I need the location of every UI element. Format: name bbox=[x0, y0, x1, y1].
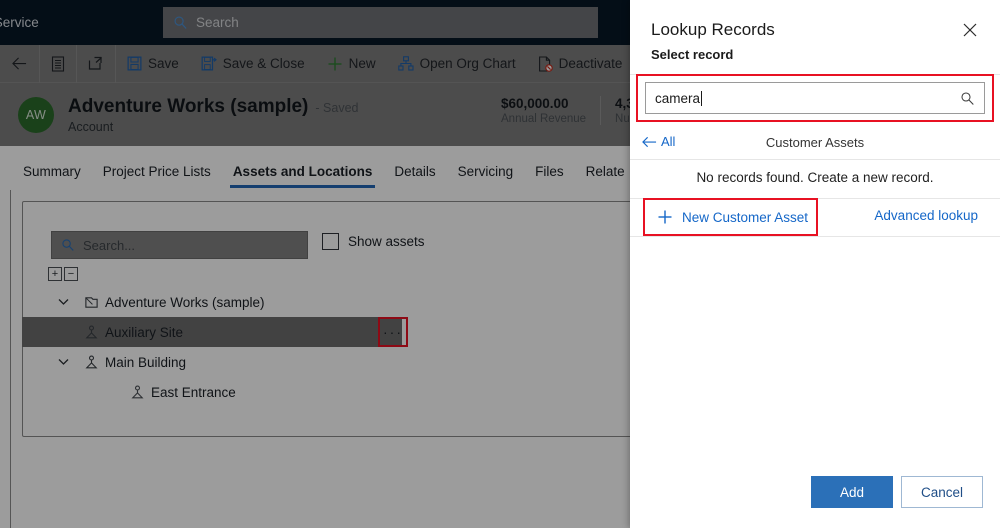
save-and-close-button[interactable]: Save & Close bbox=[190, 45, 316, 83]
tree-item-label: Main Building bbox=[105, 354, 187, 370]
location-icon bbox=[80, 324, 102, 340]
lookup-actions-row: New Customer Asset Advanced lookup bbox=[630, 198, 1000, 236]
open-org-chart-label: Open Org Chart bbox=[419, 56, 516, 71]
advanced-lookup-link[interactable]: Advanced lookup bbox=[874, 208, 978, 223]
plus-icon bbox=[657, 209, 673, 225]
chevron-down-icon[interactable] bbox=[58, 358, 80, 366]
save-button[interactable]: Save bbox=[116, 45, 190, 83]
expand-all-button[interactable]: + bbox=[48, 267, 62, 281]
save-and-close-label: Save & Close bbox=[222, 56, 305, 71]
search-icon bbox=[61, 238, 75, 252]
tab-servicing[interactable]: Servicing bbox=[447, 164, 525, 188]
tree-item-more-commands-button[interactable]: ··· bbox=[378, 317, 408, 347]
save-label: Save bbox=[148, 56, 179, 71]
lookup-panel-title: Lookup Records bbox=[651, 20, 775, 39]
save-status: - Saved bbox=[315, 100, 359, 115]
chevron-down-icon[interactable] bbox=[58, 298, 80, 306]
lookup-breadcrumb-row: All Customer Assets bbox=[630, 130, 1000, 158]
app-title: eld Service bbox=[0, 15, 39, 30]
global-search-placeholder: Search bbox=[196, 15, 239, 30]
search-icon bbox=[173, 15, 188, 30]
lookup-search-annotation: camera bbox=[636, 74, 994, 122]
deactivate-icon bbox=[538, 55, 553, 72]
cancel-button[interactable]: Cancel bbox=[901, 476, 983, 508]
asset-tree-search-placeholder: Search... bbox=[83, 237, 136, 253]
show-assets-toggle[interactable]: Show assets bbox=[322, 233, 425, 250]
divider bbox=[10, 190, 11, 528]
avatar: AW bbox=[18, 96, 54, 133]
new-button[interactable]: New bbox=[316, 45, 387, 83]
lookup-panel-subtitle: Select record bbox=[651, 47, 734, 62]
new-customer-asset-button[interactable]: New Customer Asset bbox=[643, 198, 818, 236]
tab-summary[interactable]: Summary bbox=[12, 164, 92, 188]
global-search-input[interactable]: Search bbox=[163, 7, 598, 38]
close-icon[interactable] bbox=[956, 16, 984, 44]
tab-related[interactable]: Relate bbox=[575, 164, 636, 188]
tab-project-price-lists[interactable]: Project Price Lists bbox=[92, 164, 222, 188]
asset-tree-search-input[interactable]: Search... bbox=[51, 231, 308, 259]
form-selector-button[interactable] bbox=[40, 45, 76, 83]
tree-item-label: Auxiliary Site bbox=[105, 324, 184, 340]
back-button[interactable] bbox=[0, 45, 39, 83]
save-and-close-icon bbox=[201, 56, 217, 71]
asset-location-tree: Adventure Works (sample) Auxiliary Site … bbox=[22, 287, 408, 407]
divider bbox=[630, 236, 1000, 237]
new-label: New bbox=[348, 56, 376, 71]
open-org-chart-button[interactable]: Open Org Chart bbox=[387, 45, 527, 83]
lookup-records-panel: Lookup Records Select record camera All bbox=[630, 0, 1000, 528]
record-title-block: Adventure Works (sample) - Saved Account bbox=[68, 96, 358, 134]
breadcrumb-entity-label: Customer Assets bbox=[765, 135, 865, 150]
account-icon bbox=[80, 295, 102, 310]
tab-files[interactable]: Files bbox=[524, 164, 575, 188]
new-customer-asset-label: New Customer Asset bbox=[682, 209, 809, 225]
tree-expander-controls: + − bbox=[48, 267, 78, 281]
no-records-message: No records found. Create a new record. bbox=[696, 170, 934, 185]
plus-icon bbox=[327, 56, 343, 72]
stat-value: $60,000.00 bbox=[501, 96, 569, 111]
location-icon bbox=[80, 354, 102, 370]
entity-type-label: Account bbox=[68, 119, 114, 134]
show-assets-label: Show assets bbox=[348, 234, 425, 249]
location-icon bbox=[126, 384, 148, 400]
show-assets-checkbox[interactable] bbox=[322, 233, 339, 250]
stat-label: Annual Revenue bbox=[501, 113, 587, 125]
divider bbox=[630, 159, 1000, 160]
deactivate-button[interactable]: Deactivate bbox=[527, 45, 634, 83]
add-button[interactable]: Add bbox=[811, 476, 893, 508]
tab-details[interactable]: Details bbox=[383, 164, 446, 188]
org-chart-icon bbox=[397, 56, 414, 71]
tree-item-adventure-works[interactable]: Adventure Works (sample) bbox=[22, 287, 402, 317]
lookup-panel-footer: Add Cancel bbox=[630, 462, 1000, 528]
page-title: Adventure Works (sample) bbox=[68, 95, 309, 117]
tree-item-east-entrance[interactable]: East Entrance bbox=[22, 377, 402, 407]
form-tab-strip: Summary Project Price Lists Assets and L… bbox=[12, 152, 636, 188]
lookup-search-value: camera bbox=[655, 90, 701, 106]
lookup-search-input[interactable]: camera bbox=[645, 82, 985, 114]
screen-root: eld Service Search bbox=[0, 0, 1000, 528]
tree-item-label: East Entrance bbox=[151, 384, 236, 400]
search-icon[interactable] bbox=[960, 91, 975, 106]
deactivate-label: Deactivate bbox=[558, 56, 623, 71]
tree-item-label: Adventure Works (sample) bbox=[105, 294, 265, 310]
tree-item-main-building[interactable]: Main Building bbox=[22, 347, 402, 377]
collapse-all-button[interactable]: − bbox=[64, 267, 78, 281]
tab-assets-and-locations[interactable]: Assets and Locations bbox=[222, 164, 384, 188]
save-icon bbox=[127, 56, 142, 71]
popout-button[interactable] bbox=[77, 45, 115, 83]
tree-item-auxiliary-site[interactable]: Auxiliary Site ··· bbox=[22, 317, 408, 347]
stat-annual-revenue: $60,000.00 Annual Revenue bbox=[487, 96, 600, 125]
text-cursor bbox=[701, 90, 703, 106]
